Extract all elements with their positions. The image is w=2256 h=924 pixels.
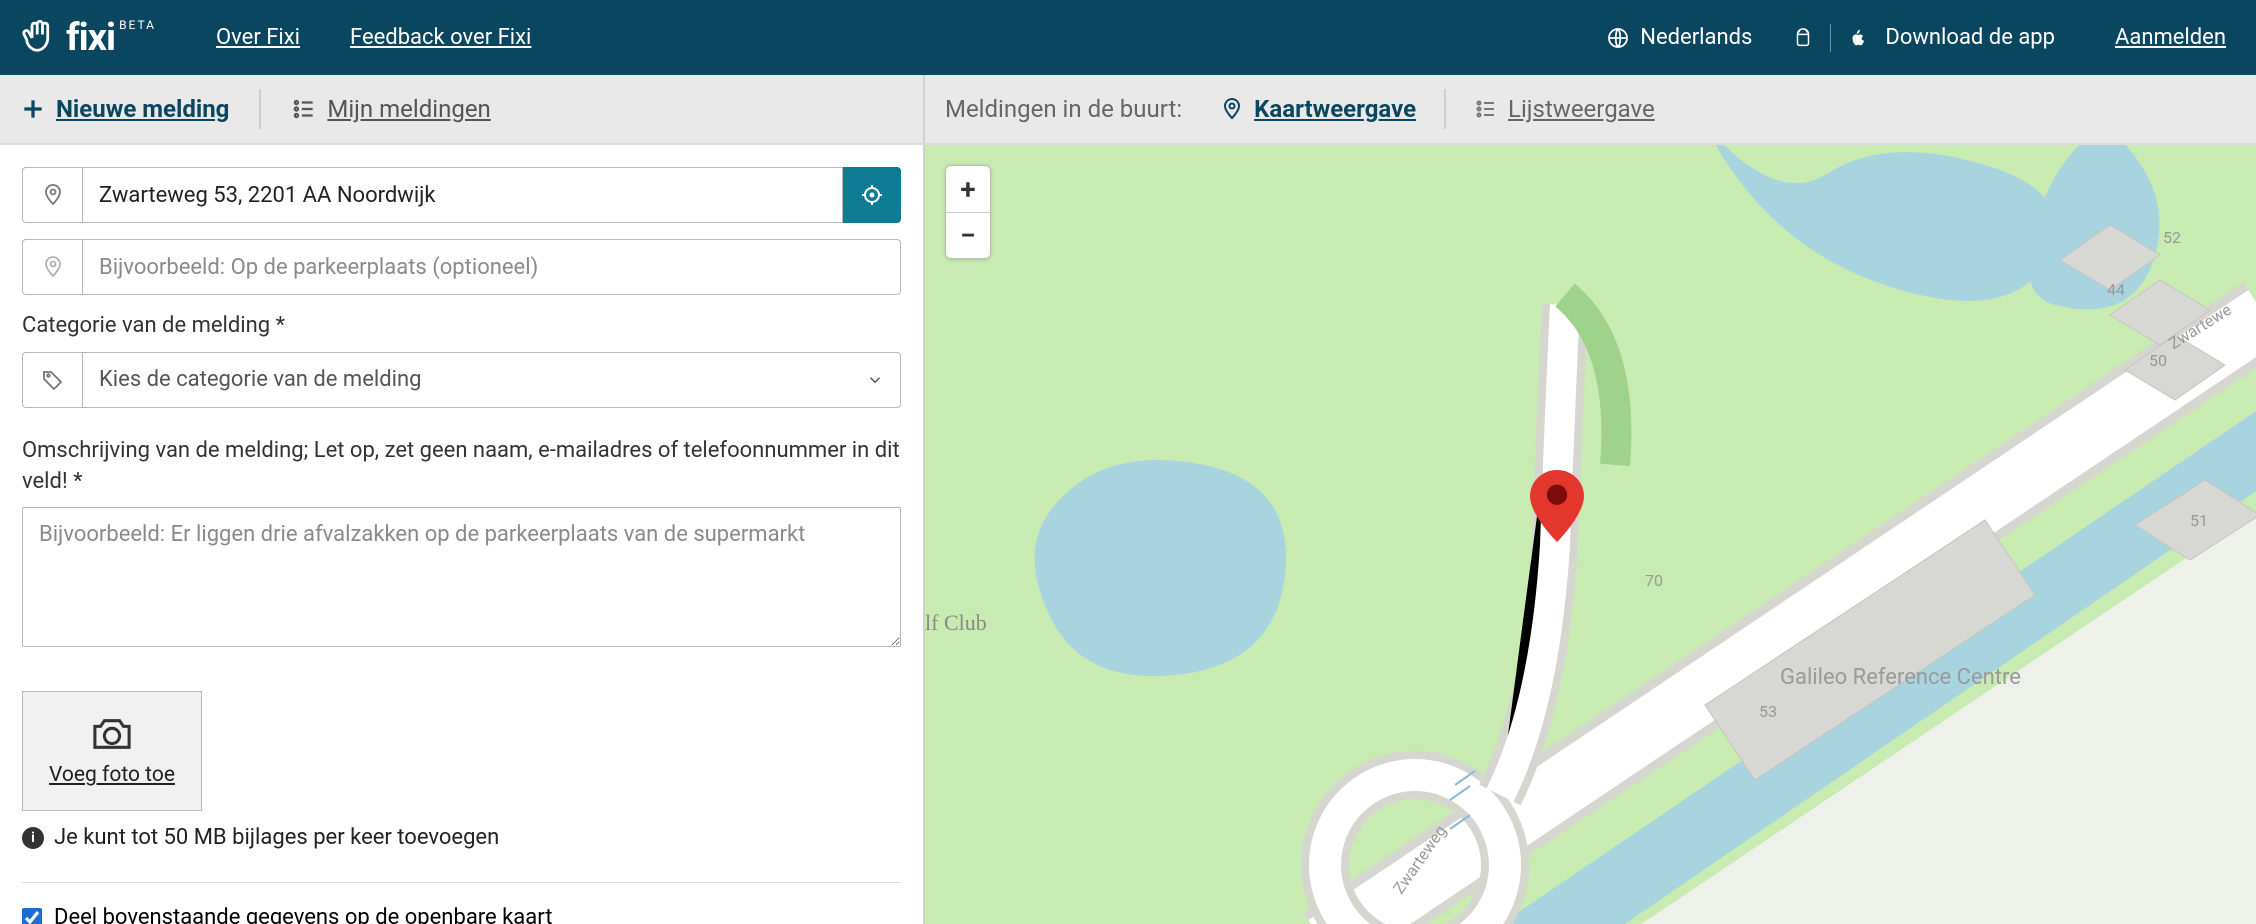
list-icon	[291, 96, 317, 122]
zoom-in-button[interactable]: +	[946, 166, 990, 212]
detail-location-input[interactable]	[82, 239, 901, 295]
chevron-down-icon	[866, 371, 884, 389]
share-checkbox-row[interactable]: Deel bovenstaande gegevens op de openbar…	[22, 905, 901, 924]
logo[interactable]: fixi BETA	[18, 16, 156, 60]
download-app-label[interactable]: Download de app	[1885, 25, 2055, 50]
bld-num: 52	[2163, 228, 2181, 247]
plus-icon	[20, 96, 46, 122]
divider	[1444, 89, 1446, 129]
crosshair-icon	[860, 183, 884, 207]
map-marker-icon	[1528, 470, 1586, 542]
tab-list-view[interactable]: Lijstweergave	[1474, 95, 1655, 123]
description-label: Omschrijving van de melding; Let op, zet…	[22, 436, 901, 498]
add-photo-button[interactable]: Voeg foto toe	[22, 691, 202, 811]
language-switch[interactable]: Nederlands	[1606, 25, 1752, 50]
map[interactable]: + − lf Club Zwarteweg Zwartewe Galileo R…	[925, 145, 2256, 924]
top-header: fixi BETA Over Fixi Feedback over Fixi N…	[0, 0, 2256, 75]
sub-nav: Nieuwe melding Mijn meldingen Meldingen …	[0, 75, 2256, 145]
list-icon	[1474, 97, 1498, 121]
address-field-row	[22, 167, 901, 223]
category-select-row: Kies de categorie van de melding	[22, 352, 901, 408]
location-pin-icon	[22, 167, 82, 223]
address-input[interactable]	[82, 167, 843, 223]
bld-num: 70	[1645, 571, 1663, 590]
about-link[interactable]: Over Fixi	[216, 25, 300, 50]
attachment-hint: i Je kunt tot 50 MB bijlages per keer to…	[22, 825, 901, 850]
nearby-label: Meldingen in de buurt:	[945, 95, 1182, 123]
apple-icon[interactable]	[1847, 27, 1869, 49]
category-placeholder: Kies de categorie van de melding	[99, 367, 422, 392]
divider	[1830, 24, 1831, 52]
category-label: Categorie van de melding *	[22, 311, 901, 342]
tab-my-reports-label: Mijn meldingen	[327, 95, 490, 123]
location-pin-outline-icon	[22, 239, 82, 295]
appstore-links: Download de app	[1792, 24, 2055, 52]
tag-icon	[22, 352, 82, 408]
category-select[interactable]: Kies de categorie van de melding	[82, 352, 901, 408]
bld-num: 51	[2190, 511, 2208, 530]
bld-num: 53	[1759, 702, 1777, 721]
description-textarea[interactable]	[22, 507, 901, 647]
android-icon[interactable]	[1792, 27, 1814, 49]
add-photo-label: Voeg foto toe	[49, 763, 175, 787]
tab-new-report[interactable]: Nieuwe melding	[20, 95, 229, 123]
zoom-out-button[interactable]: −	[946, 212, 990, 258]
report-form: Categorie van de melding * Kies de categ…	[0, 145, 925, 924]
tab-new-report-label: Nieuwe melding	[56, 95, 229, 123]
tab-map-view[interactable]: Kaartweergave	[1220, 95, 1416, 123]
share-checkbox-label: Deel bovenstaande gegevens op de openbar…	[54, 905, 552, 924]
camera-icon	[89, 715, 135, 753]
share-checkbox[interactable]	[22, 908, 42, 924]
language-label: Nederlands	[1640, 25, 1752, 50]
zoom-control: + −	[945, 165, 991, 259]
logo-text: fixi	[66, 16, 115, 60]
use-my-location-button[interactable]	[843, 167, 901, 223]
divider	[22, 882, 901, 883]
tab-list-view-label: Lijstweergave	[1508, 95, 1655, 123]
globe-icon	[1606, 26, 1630, 50]
hand-icon	[18, 17, 60, 59]
feedback-link[interactable]: Feedback over Fixi	[350, 25, 531, 50]
detail-location-row	[22, 239, 901, 295]
tab-map-view-label: Kaartweergave	[1254, 95, 1416, 123]
main-split: Categorie van de melding * Kies de categ…	[0, 145, 2256, 924]
divider	[259, 89, 261, 129]
bld-num: 44	[2107, 280, 2125, 299]
beta-badge: BETA	[119, 18, 156, 32]
pin-icon	[1220, 97, 1244, 121]
tab-my-reports[interactable]: Mijn meldingen	[291, 95, 490, 123]
poi-galileo: Galileo Reference Centre	[1780, 665, 2021, 691]
poi-golfclub: lf Club	[925, 610, 987, 636]
bld-num: 50	[2149, 351, 2167, 370]
attachment-hint-text: Je kunt tot 50 MB bijlages per keer toev…	[54, 825, 499, 850]
map-canvas	[925, 145, 2256, 924]
info-icon: i	[22, 827, 44, 849]
signin-link[interactable]: Aanmelden	[2115, 25, 2226, 50]
